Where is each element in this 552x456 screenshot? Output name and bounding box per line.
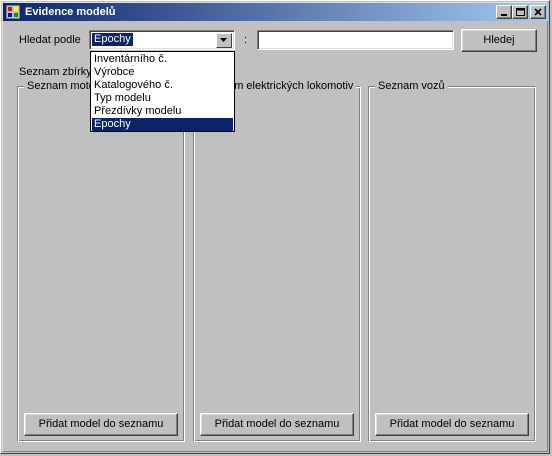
dropdown-option[interactable]: Přezdívky modelu (92, 105, 233, 118)
window-title: Evidence modelů (25, 6, 116, 18)
chevron-down-icon (220, 38, 227, 42)
search-field-dropdown-list: Inventárního č. Výrobce Katalogového č. … (90, 51, 235, 132)
add-model-button[interactable]: Přidat model do seznamu (375, 413, 529, 436)
group-electric-locomotives: Seznam elektrických lokomotiv Přidat mod… (193, 80, 361, 442)
dropdown-option[interactable]: Katalogového č. (92, 79, 233, 92)
search-button[interactable]: Hledej (461, 29, 537, 52)
search-field-combo[interactable]: Epochy (89, 30, 235, 50)
close-button[interactable] (530, 5, 546, 19)
dropdown-option-selected[interactable]: Epochy (92, 118, 233, 131)
dropdown-option[interactable]: Výrobce (92, 66, 233, 79)
add-model-button[interactable]: Přidat model do seznamu (200, 413, 354, 436)
title-bar[interactable]: Evidence modelů (3, 3, 548, 21)
dropdown-option[interactable]: Inventárního č. (92, 53, 233, 66)
app-icon (6, 5, 20, 19)
search-by-label: Hledat podle (19, 34, 81, 46)
collection-label: Seznam zbírky (19, 66, 92, 78)
combo-dropdown-button[interactable] (216, 33, 232, 48)
separator-colon: : (244, 34, 248, 46)
dropdown-option[interactable]: Typ modelu (92, 92, 233, 105)
search-input[interactable] (257, 30, 454, 50)
maximize-button[interactable] (512, 5, 528, 19)
group-title: Seznam vozů (375, 80, 448, 92)
minimize-button[interactable] (496, 5, 512, 19)
search-field-selected: Epochy (92, 33, 133, 46)
close-icon (534, 8, 542, 16)
group-diesel-locomotives: Seznam motorových lokomotiv Přidat model… (17, 80, 185, 442)
maximize-icon (516, 8, 525, 16)
minimize-icon (501, 14, 507, 16)
group-cars: Seznam vozů Přidat model do seznamu (368, 80, 536, 442)
add-model-button[interactable]: Přidat model do seznamu (24, 413, 178, 436)
main-window: Evidence modelů Hledat podle Epochy : Hl… (0, 0, 550, 454)
